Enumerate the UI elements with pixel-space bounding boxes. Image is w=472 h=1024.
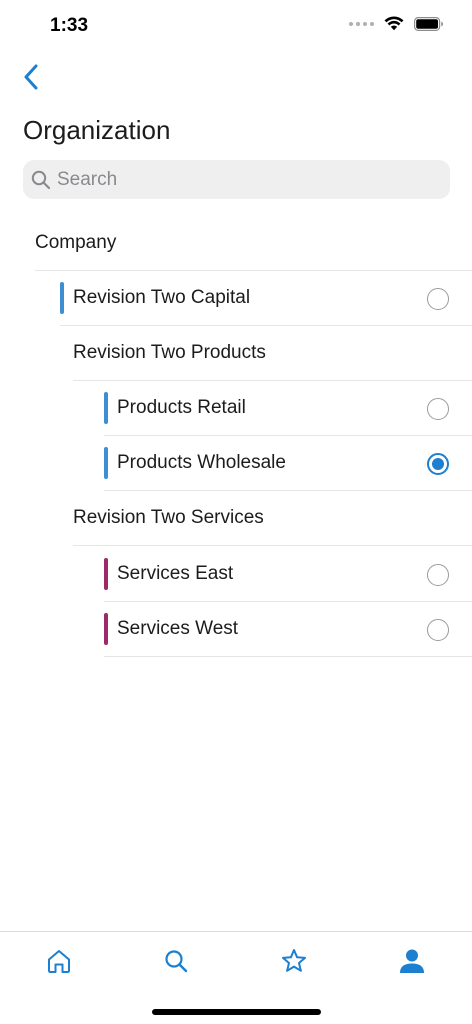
list-item-services-east[interactable]: Services East bbox=[104, 547, 472, 602]
list-item-services-west[interactable]: Services West bbox=[104, 602, 472, 657]
tab-search[interactable] bbox=[156, 944, 196, 978]
color-tag bbox=[60, 282, 64, 314]
list-header-company: Company bbox=[35, 216, 472, 271]
row-label: Services West bbox=[117, 618, 239, 639]
list-item-revision-two-capital[interactable]: Revision Two Capital bbox=[60, 271, 472, 326]
search-icon bbox=[31, 170, 51, 189]
row-label: Company bbox=[35, 232, 117, 253]
chevron-left-icon bbox=[24, 64, 38, 90]
row-label: Products Retail bbox=[117, 397, 246, 418]
radio-button[interactable] bbox=[427, 398, 449, 420]
radio-button[interactable] bbox=[427, 564, 449, 586]
list-header-revision-two-products: Revision Two Products bbox=[73, 326, 472, 381]
battery-icon bbox=[414, 16, 443, 31]
home-icon bbox=[48, 950, 70, 973]
row-label: Revision Two Capital bbox=[73, 287, 251, 308]
list-header-revision-two-services: Revision Two Services bbox=[73, 491, 472, 546]
list-item-products-wholesale[interactable]: Products Wholesale bbox=[104, 436, 472, 491]
home-indicator bbox=[152, 1009, 321, 1015]
wifi-icon bbox=[384, 16, 404, 31]
row-label: Revision Two Products bbox=[73, 342, 266, 363]
row-label: Services East bbox=[117, 563, 234, 584]
status-bar: 1:33 bbox=[0, 0, 472, 54]
back-button[interactable] bbox=[16, 60, 46, 94]
color-tag bbox=[104, 558, 108, 590]
status-icons bbox=[349, 16, 444, 31]
tab-favorites[interactable] bbox=[274, 944, 314, 978]
signal-dots-icon bbox=[349, 21, 374, 26]
tab-home[interactable] bbox=[39, 944, 79, 978]
page-title: Organization bbox=[23, 115, 171, 145]
person-icon bbox=[400, 949, 424, 973]
radio-button-selected[interactable] bbox=[427, 453, 449, 475]
search-icon bbox=[165, 950, 188, 973]
tab-profile[interactable] bbox=[392, 944, 432, 978]
search-input[interactable] bbox=[57, 168, 437, 191]
organization-screen: 1:33 Organization Search Company Revisio… bbox=[0, 0, 472, 1024]
search-bar[interactable] bbox=[23, 160, 450, 199]
list-item-products-retail[interactable]: Products Retail bbox=[104, 381, 472, 436]
star-icon bbox=[282, 949, 306, 972]
row-label: Products Wholesale bbox=[117, 452, 286, 473]
status-time: 1:33 bbox=[50, 15, 89, 36]
color-tag bbox=[104, 392, 108, 424]
color-tag bbox=[104, 613, 108, 645]
color-tag bbox=[104, 447, 108, 479]
radio-button[interactable] bbox=[427, 619, 449, 641]
row-label: Revision Two Services bbox=[73, 507, 264, 528]
radio-button[interactable] bbox=[427, 288, 449, 310]
